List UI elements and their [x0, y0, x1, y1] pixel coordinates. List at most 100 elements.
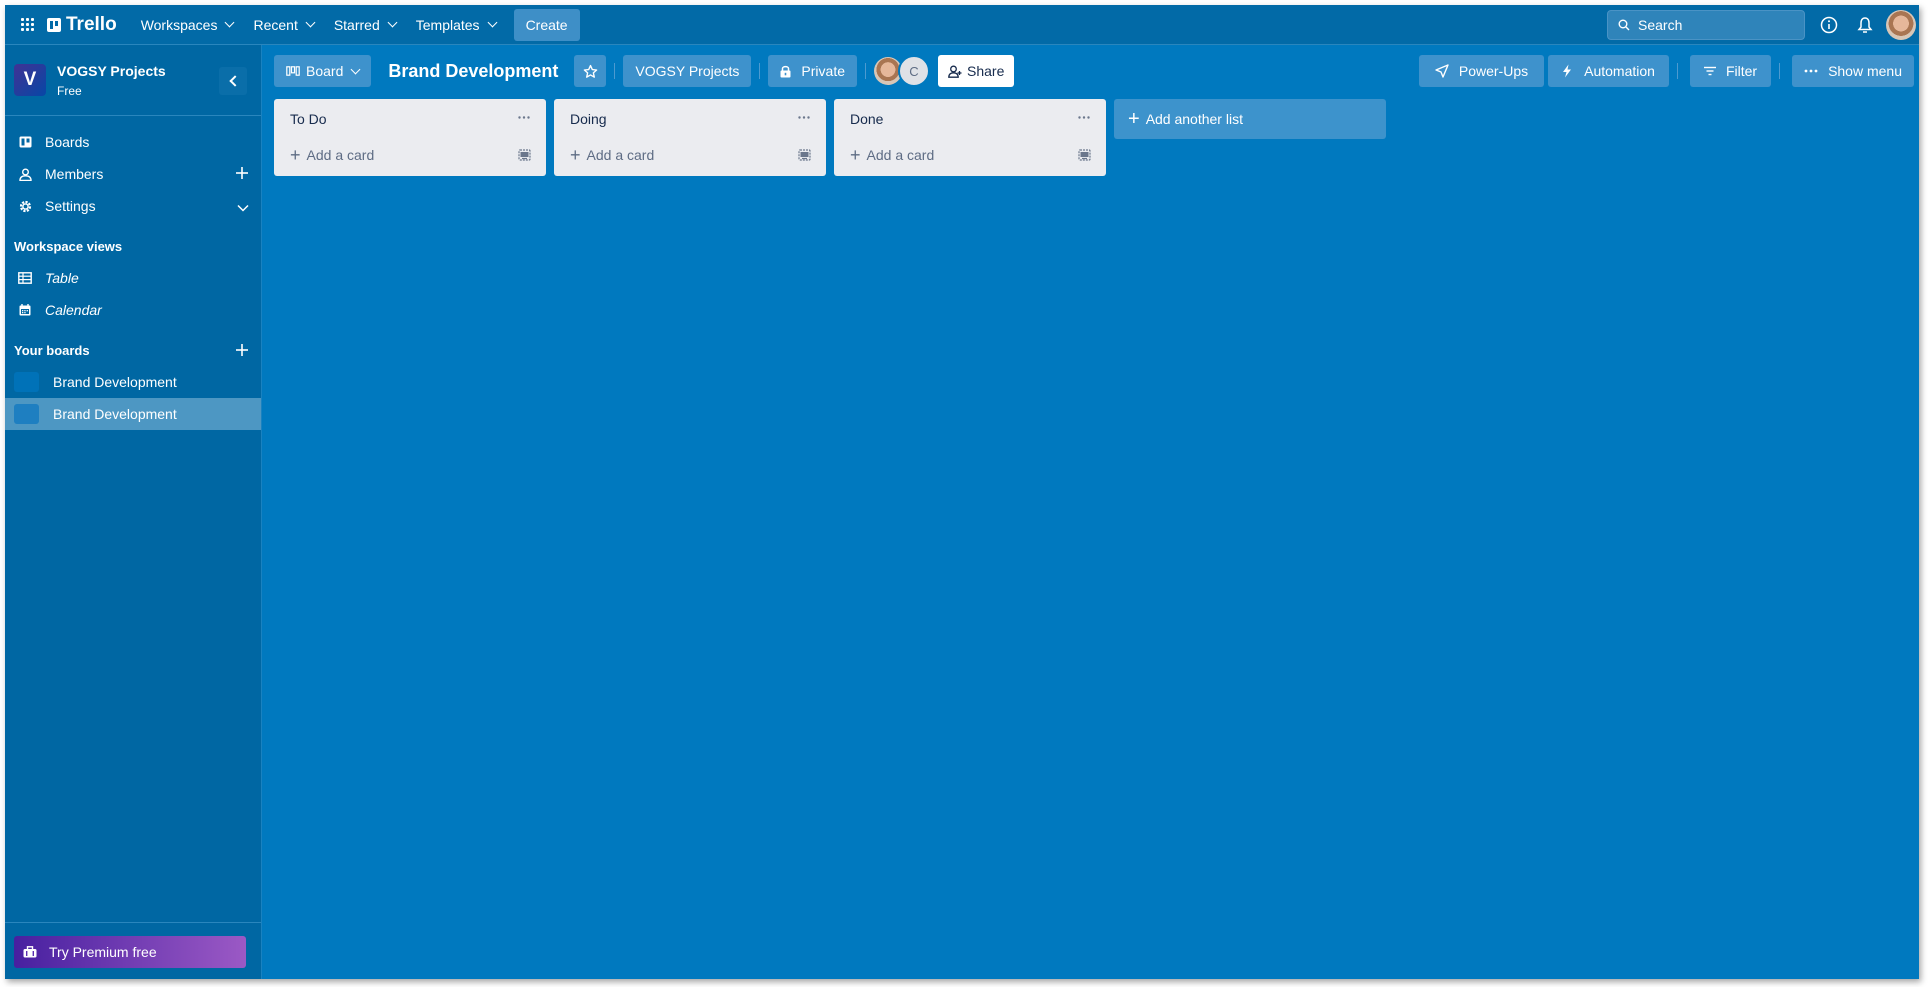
- search-input[interactable]: Search: [1607, 9, 1805, 40]
- list-actions-button[interactable]: [512, 107, 536, 127]
- trello-logo[interactable]: Trello: [47, 14, 117, 36]
- nav-menu-label: Templates: [415, 16, 480, 33]
- add-card-button[interactable]: + Add a card: [562, 141, 782, 169]
- workspace-plan: Free: [57, 83, 82, 98]
- sidebar-item-members[interactable]: Members: [5, 158, 261, 190]
- sidebar-item-table[interactable]: Table: [5, 262, 261, 294]
- nav-right: Search: [1607, 5, 1919, 44]
- plus-icon: +: [850, 144, 861, 165]
- sidebar: V VOGSY Projects Free Boards Members Set…: [5, 45, 262, 979]
- add-person-icon: [948, 65, 962, 78]
- show-menu-button[interactable]: Show menu: [1792, 55, 1914, 87]
- automation-button[interactable]: Automation: [1548, 55, 1669, 87]
- more-icon: [1804, 69, 1818, 73]
- sidebar-footer: Try Premium free: [5, 922, 261, 979]
- list-title[interactable]: Done: [850, 111, 883, 127]
- premium-label: Try Premium free: [49, 944, 157, 960]
- view-label: Board: [306, 63, 344, 79]
- sidebar-item-label: Boards: [45, 134, 90, 150]
- star-icon: [583, 64, 598, 78]
- nav-menu-starred[interactable]: Starred: [324, 9, 406, 41]
- template-icon: [797, 149, 811, 161]
- divider: [1676, 63, 1678, 79]
- add-card-button[interactable]: + Add a card: [842, 141, 1062, 169]
- add-member-button[interactable]: [235, 166, 249, 183]
- sidebar-item-label: Settings: [45, 198, 96, 214]
- calendar-icon: [18, 303, 32, 317]
- board-item-label: Brand Development: [53, 374, 177, 390]
- create-button[interactable]: Create: [513, 8, 580, 41]
- chevron-down-icon: [225, 17, 235, 28]
- create-from-template-button[interactable]: [512, 144, 536, 166]
- expand-settings-button[interactable]: [237, 199, 249, 215]
- nav-menu-workspaces[interactable]: Workspaces: [131, 9, 244, 41]
- list-title[interactable]: To Do: [290, 111, 327, 127]
- list-to-do: To Do + Add a card: [274, 99, 546, 176]
- more-icon: [1078, 115, 1090, 119]
- share-button[interactable]: Share: [938, 55, 1015, 87]
- list-actions-button[interactable]: [1072, 107, 1096, 127]
- divider: [1779, 63, 1781, 79]
- add-list-label: Add another list: [1145, 111, 1243, 127]
- sidebar-item-settings[interactable]: Settings: [5, 190, 261, 222]
- sidebar-board-item[interactable]: Brand Development: [5, 366, 261, 398]
- briefcase-icon: [23, 946, 37, 958]
- list-done: Done + Add a card: [834, 99, 1106, 176]
- list-actions-button[interactable]: [792, 107, 816, 127]
- info-icon: [1820, 16, 1838, 33]
- visibility-button[interactable]: Private: [768, 55, 857, 87]
- divider: [759, 63, 761, 79]
- chevron-down-icon: [487, 17, 498, 28]
- your-boards-heading: Your boards: [5, 334, 261, 366]
- account-menu-button[interactable]: [1885, 9, 1917, 41]
- list-title[interactable]: Doing: [570, 111, 607, 127]
- workspace-logo[interactable]: V: [14, 64, 46, 96]
- create-from-template-button[interactable]: [792, 144, 816, 166]
- create-from-template-button[interactable]: [1072, 144, 1096, 166]
- gear-icon: [18, 199, 32, 213]
- sidebar-item-label: Calendar: [45, 302, 102, 318]
- add-list-button[interactable]: + Add another list: [1114, 99, 1386, 139]
- divider: [865, 63, 866, 79]
- filter-label: Filter: [1725, 63, 1758, 79]
- add-board-button[interactable]: [235, 343, 249, 360]
- plus-icon: [236, 344, 248, 356]
- plus-icon: [236, 167, 248, 179]
- sidebar-item-calendar[interactable]: Calendar: [5, 294, 261, 326]
- star-board-button[interactable]: [574, 55, 607, 87]
- nav-menu-templates[interactable]: Templates: [406, 9, 506, 41]
- board-view-icon: [286, 66, 300, 76]
- user-avatar: [1886, 9, 1916, 40]
- template-icon: [1077, 149, 1091, 161]
- nav-menu-recent[interactable]: Recent: [243, 9, 323, 41]
- search-icon: [1618, 19, 1630, 30]
- filter-button[interactable]: Filter: [1689, 55, 1772, 87]
- bell-icon: [1857, 16, 1873, 33]
- nav-menu-label: Starred: [333, 16, 380, 33]
- member-avatar-initial[interactable]: C: [898, 55, 930, 87]
- app-switcher-button[interactable]: [11, 9, 43, 41]
- notifications-button[interactable]: [1849, 9, 1881, 41]
- board-title[interactable]: Brand Development: [388, 61, 558, 82]
- power-ups-label: Power-Ups: [1458, 63, 1529, 79]
- workspace-button[interactable]: VOGSY Projects: [623, 55, 752, 87]
- sidebar-item-boards[interactable]: Boards: [5, 126, 261, 158]
- workspace-views-heading: Workspace views: [5, 230, 261, 262]
- board-view-switcher[interactable]: Board: [274, 55, 372, 87]
- sidebar-board-item-active[interactable]: Brand Development: [5, 398, 261, 430]
- add-card-button[interactable]: + Add a card: [282, 141, 502, 169]
- list-doing: Doing + Add a card: [554, 99, 826, 176]
- collapse-sidebar-button[interactable]: [219, 67, 247, 95]
- sidebar-item-label: Table: [45, 270, 79, 286]
- try-premium-button[interactable]: Try Premium free: [14, 936, 246, 968]
- plus-icon: +: [290, 144, 301, 165]
- chevron-down-icon: [387, 17, 398, 28]
- add-card-label: Add a card: [306, 147, 375, 163]
- info-button[interactable]: [1813, 9, 1845, 41]
- share-label: Share: [967, 63, 1005, 79]
- workspace-header: V VOGSY Projects Free: [5, 45, 261, 116]
- power-ups-button[interactable]: Power-Ups: [1418, 55, 1545, 87]
- more-icon: [518, 115, 530, 119]
- divider: [614, 63, 616, 79]
- workspace-name[interactable]: VOGSY Projects: [57, 63, 166, 79]
